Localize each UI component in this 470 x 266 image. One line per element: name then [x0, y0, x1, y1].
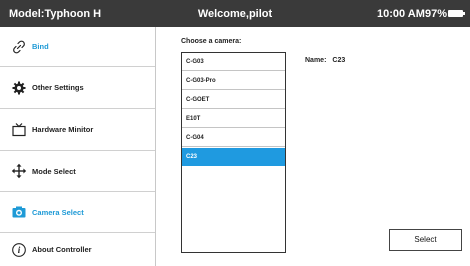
name-label: Name:: [305, 57, 327, 64]
monitor-icon: [11, 122, 27, 138]
sidebar-item-hardware-monitor[interactable]: Hardware Minitor: [0, 109, 155, 151]
sidebar-item-label: Mode Select: [32, 166, 76, 176]
list-item[interactable]: C-GOET: [182, 91, 285, 109]
list-item-selected[interactable]: C23: [182, 148, 285, 166]
camera-name: E10T: [186, 116, 201, 122]
svg-text:i: i: [18, 245, 21, 255]
camera-name-display: Name: C23: [305, 57, 345, 64]
sidebar-item-mode-select[interactable]: Mode Select: [0, 151, 155, 192]
sidebar-item-label: Hardware Minitor: [32, 125, 94, 134]
camera-name: C-G03-Pro: [186, 78, 216, 84]
sidebar-item-other-settings[interactable]: Other Settings: [0, 67, 155, 109]
choose-camera-label: Choose a camera:: [181, 38, 242, 45]
sidebar-item-about-controller[interactable]: i About Controller: [0, 233, 155, 266]
status-bar: Model:Typhoon H Welcome,pilot 10:00 AM 9…: [0, 0, 470, 27]
sidebar-item-label: Camera Select: [32, 207, 84, 217]
camera-name: C-GOET: [186, 97, 210, 103]
battery-icon: [448, 10, 465, 17]
sidebar: Bind Other Settings Hardware Minitor Mod…: [0, 27, 156, 266]
sidebar-item-camera-select[interactable]: Camera Select: [0, 192, 155, 233]
info-icon: i: [11, 242, 27, 258]
select-button[interactable]: Select: [389, 229, 462, 251]
clock: 10:00 AM: [377, 8, 425, 20]
camera-icon: [11, 204, 27, 220]
sidebar-item-bind[interactable]: Bind: [0, 27, 155, 67]
sidebar-item-label: About Controller: [32, 245, 92, 254]
list-item[interactable]: C-G03: [182, 53, 285, 71]
camera-name: C-G03: [186, 59, 204, 65]
move-arrows-icon: [11, 163, 27, 179]
gear-icon: [11, 80, 27, 96]
sidebar-item-label: Bind: [32, 42, 49, 51]
list-item[interactable]: E10T: [182, 110, 285, 128]
list-item[interactable]: C-G04: [182, 129, 285, 147]
camera-name: C23: [186, 154, 198, 160]
list-item[interactable]: C-G03-Pro: [182, 72, 285, 90]
battery-percentage: 97%: [425, 8, 448, 20]
link-icon: [11, 39, 27, 55]
name-value: C23: [332, 57, 346, 64]
camera-list: C-G03 C-G03-Pro C-GOET E10T C-G04 C23: [181, 52, 286, 253]
camera-name: C-G04: [186, 135, 204, 141]
sidebar-item-label: Other Settings: [32, 83, 84, 92]
